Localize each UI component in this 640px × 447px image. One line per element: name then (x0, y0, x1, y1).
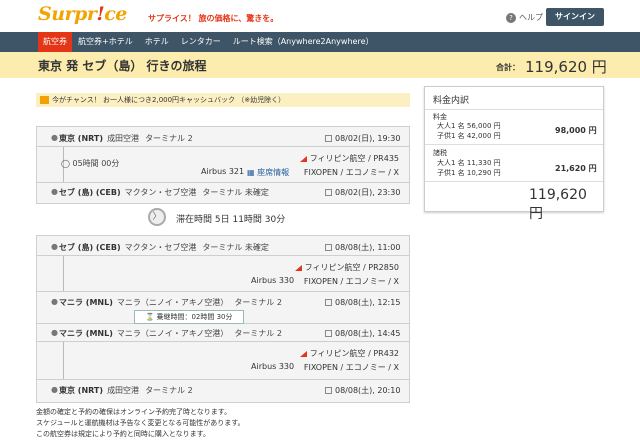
calendar-icon (325, 330, 332, 337)
help-icon: ? (506, 12, 516, 23)
departure-datetime: 08/08(土), 11:00 (335, 243, 401, 252)
aircraft: Airbus 330 (251, 276, 295, 285)
nav-flights[interactable]: 航空券 (38, 32, 72, 52)
airline: フィリピン航空 / PR432 (299, 348, 399, 359)
notes: 金額の確定と予約の確保はオンライン予約完了時となります。 スケジュールと運航機材… (36, 407, 245, 440)
promo-banner: 今がチャンス！ お一人様につき2,000円キャッシュバック （※幼児除く） (36, 93, 410, 107)
airline-logo-icon (294, 264, 302, 271)
grand-total: 119,620 円 (529, 187, 587, 222)
aircraft: Airbus 330 (251, 362, 295, 371)
transfer-arrival: マニラ (MNL) マニラ（ニノイ・アキノ空港） ターミナル 2 (59, 298, 282, 307)
logo-tail: ce (104, 3, 127, 25)
airline-logo-icon (299, 350, 307, 357)
destination-pin-icon: ● (51, 385, 58, 394)
aircraft: Airbus 321 (201, 167, 245, 176)
destination: セブ (島) (CEB) マクタン・セブ空港 ターミナル 未確定 (59, 188, 269, 197)
fare-child: 子供1 名 42,000 円 (437, 132, 501, 140)
header: Surpr!ce サプライス！ 旅の価格に、驚きを。 ? ヘルプ サインイン (0, 0, 640, 32)
transfer-pin-icon: ● (51, 297, 58, 306)
logo[interactable]: Surpr!ce (38, 3, 127, 25)
fare-info: FIXOPEN / エコノミー / X (303, 363, 399, 372)
tax-child: 子供1 名 10,290 円 (437, 169, 501, 177)
calendar-icon (325, 299, 332, 306)
arrival-datetime: 08/02(日), 23:30 (335, 188, 401, 197)
main-nav: 航空券 航空券+ホテル ホテル レンタカー ルート検索（Anywhere2Any… (0, 32, 640, 52)
arrival-datetime: 08/08(土), 20:10 (335, 386, 401, 395)
calendar-icon (325, 387, 332, 394)
departure-datetime: 08/02(日), 19:30 (335, 134, 401, 143)
fare-adult: 大人1 名 56,000 円 (437, 122, 501, 130)
logo-exclaim: ! (96, 3, 105, 25)
tax-total: 21,620 円 (555, 164, 597, 173)
airline-logo-icon (299, 155, 307, 162)
gift-icon (40, 96, 49, 104)
calendar-icon (325, 189, 332, 196)
transfer-time: ⌛ 乗継時間：02時間 30分 (134, 310, 244, 324)
promo-text: 今がチャンス！ お一人様につき2,000円キャッシュバック （※幼児除く） (52, 96, 286, 104)
return-origin: セブ (島) (CEB) マクタン・セブ空港 ターミナル 未確定 (59, 243, 269, 252)
stay-duration: 滞在時間 5日 11時間 30分 (176, 215, 286, 225)
nav-rentacar[interactable]: レンタカー (175, 32, 227, 52)
price-breakdown-title: 料金内訳 (433, 96, 470, 106)
price-breakdown: 料金内訳 料金 大人1 名 56,000 円 子供1 名 42,000 円 98… (424, 86, 604, 222)
total-price: 119,620 円 (525, 58, 607, 76)
arrival-datetime: 08/08(土), 12:15 (335, 298, 401, 307)
tax-adult: 大人1 名 11,330 円 (437, 159, 501, 167)
help-link[interactable]: ? ヘルプ (506, 12, 543, 23)
nav-hotel[interactable]: ホテル (139, 32, 175, 52)
total-label: 合計： (496, 63, 520, 72)
help-label: ヘルプ (519, 13, 543, 22)
flight-duration: ◯ 05時間 00分 (61, 159, 120, 168)
origin-pin-icon: ● (51, 133, 58, 142)
fare-info: FIXOPEN / エコノミー / X (303, 277, 399, 286)
fare-total: 98,000 円 (555, 126, 597, 135)
tagline: サプライス！ 旅の価格に、驚きを。 (148, 14, 279, 23)
departure-datetime: 08/08(土), 14:45 (335, 329, 401, 338)
hourglass-icon: ⌛ (145, 313, 155, 321)
note-line: スケジュールと運航機材は予告なく変更となる可能性があります。 (36, 419, 245, 427)
airline: フィリピン航空 / PR435 (299, 153, 399, 164)
origin: 東京 (NRT) 成田空港 ターミナル 2 (59, 134, 193, 143)
title-bar: 東京 発 セブ（島） 行きの旅程 合計： 119,620 円 (0, 52, 640, 78)
nav-flight-hotel[interactable]: 航空券+ホテル (72, 32, 139, 52)
calendar-icon (325, 244, 332, 251)
note-line: この航空券は規定により予約と同時に購入となります。 (36, 430, 210, 438)
page-title: 東京 発 セブ（島） 行きの旅程 (38, 59, 207, 73)
seat-info-link[interactable]: ▦ 座席情報 (247, 167, 289, 178)
nav-route-search[interactable]: ルート検索（Anywhere2Anywhere） (227, 32, 380, 52)
note-line: 金額の確定と予約の確保はオンライン予約完了時となります。 (36, 408, 232, 416)
airline: フィリピン航空 / PR2850 (294, 262, 399, 273)
destination-pin-icon: ● (51, 187, 58, 196)
calendar-icon (325, 135, 332, 142)
transfer-departure: マニラ (MNL) マニラ（ニノイ・アキノ空港） ターミナル 2 (59, 329, 282, 338)
tax-label: 諸税 (433, 149, 447, 157)
return-destination: 東京 (NRT) 成田空港 ターミナル 2 (59, 386, 193, 395)
fare-info: FIXOPEN / エコノミー / X (303, 168, 399, 177)
stay-arrow-icon: 〉 (148, 208, 166, 226)
transfer-pin-icon: ● (51, 328, 58, 337)
outbound-flight-card: ● 東京 (NRT) 成田空港 ターミナル 2 08/02(日), 19:30 ◯ … (36, 126, 410, 204)
logo-text: Surpr (38, 3, 97, 25)
signin-button[interactable]: サインイン (546, 8, 604, 26)
origin-pin-icon: ● (51, 242, 58, 251)
